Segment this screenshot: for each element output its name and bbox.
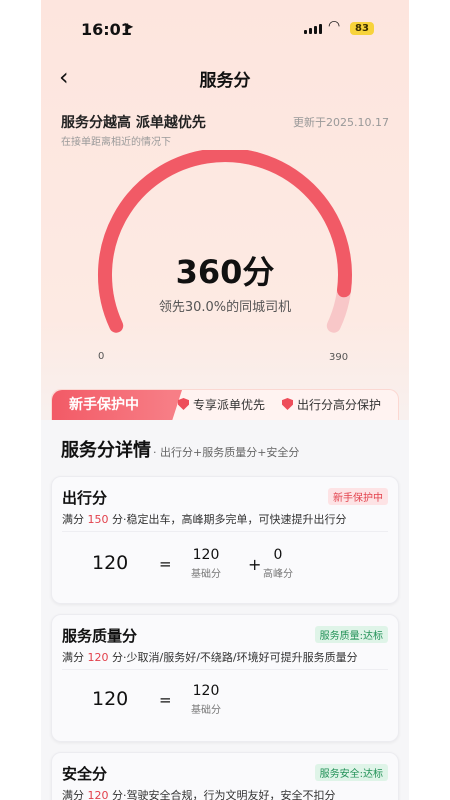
desc-prefix: 满分 <box>62 651 88 664</box>
max-score: 120 <box>87 651 109 664</box>
shield-icon <box>178 398 189 410</box>
base-score: 120 基础分 <box>176 683 236 716</box>
gauge-min-label: 0 <box>98 351 105 362</box>
detail-header: 服务分详情 · 出行分+服务质量分+安全分 <box>61 436 299 462</box>
perk-label: 出行分高分保护 <box>297 398 382 412</box>
page-title: 服务分 <box>199 71 251 91</box>
perk-score-protection: 出行分高分保护 <box>282 390 381 421</box>
subline: 在接单距离相近的情况下 <box>61 137 171 148</box>
card-description: 满分 120 分·少取消/服务好/不绕路/环境好可提升服务质量分 <box>62 649 358 665</box>
base-score-label: 基础分 <box>191 569 221 580</box>
peak-score: 0 高峰分 <box>248 547 308 580</box>
card-name: 服务质量分 <box>62 627 138 645</box>
detail-subtitle: · 出行分+服务质量分+安全分 <box>153 446 300 459</box>
score-detail-section: 服务分详情 · 出行分+服务质量分+安全分 出行分 新手保护中 满分 150 分·… <box>41 420 409 800</box>
safety-score-card[interactable]: 安全分 服务安全:达标 满分 120 分·驾驶安全合规，行为文明友好，安全不扣分 <box>51 752 399 800</box>
status-badge: 服务质量:达标 <box>314 626 388 643</box>
score-lead-text: 领先30.0%的同城司机 <box>158 300 292 315</box>
max-score: 150 <box>87 513 109 526</box>
status-bar: 16:01 ➤ ◠ 83 <box>41 0 409 56</box>
battery-icon: 83 <box>350 22 374 35</box>
card-description: 满分 120 分·驾驶安全合规，行为文明友好，安全不扣分 <box>62 787 336 800</box>
signal-icon <box>304 24 322 34</box>
total-score: 120 <box>92 552 129 574</box>
total-score: 120 <box>92 688 129 710</box>
base-score-value: 120 <box>192 683 220 699</box>
desc-suffix: 分·稳定出车，高峰期多完单，可快速提升出行分 <box>108 513 347 526</box>
shield-icon <box>282 398 293 410</box>
desc-suffix: 分·少取消/服务好/不绕路/环境好可提升服务质量分 <box>108 651 358 664</box>
updated-date: 更新于2025.10.17 <box>293 116 389 129</box>
divider <box>62 669 388 670</box>
trip-score-card[interactable]: 出行分 新手保护中 满分 150 分·稳定出车，高峰期多完单，可快速提升出行分 … <box>51 476 399 604</box>
equals-sign: = <box>159 691 172 709</box>
phone-screen: 16:01 ➤ ◠ 83 ‹ 服务分 服务分越高 派单越优先 在接单距离相近的情… <box>41 0 409 800</box>
status-badge: 服务安全:达标 <box>314 764 388 781</box>
desc-prefix: 满分 <box>62 789 88 800</box>
peak-score-label: 高峰分 <box>263 569 293 580</box>
perk-dispatch-priority: 专享派单优先 <box>178 390 265 421</box>
newbie-protection-bar[interactable]: 新手保护中 专享派单优先 出行分高分保护 <box>51 389 399 421</box>
protection-tag: 新手保护中 <box>52 390 182 421</box>
card-name: 出行分 <box>62 489 108 507</box>
equals-sign: = <box>159 555 172 573</box>
detail-title: 服务分详情 <box>61 440 151 461</box>
desc-prefix: 满分 <box>62 513 88 526</box>
location-arrow-icon: ➤ <box>123 20 134 35</box>
wifi-icon: ◠ <box>328 18 341 34</box>
nav-bar: ‹ 服务分 <box>41 62 409 96</box>
divider <box>62 531 388 532</box>
base-score-label: 基础分 <box>191 705 221 716</box>
base-score: 120 基础分 <box>176 547 236 580</box>
desc-suffix: 分·驾驶安全合规，行为文明友好，安全不扣分 <box>108 789 336 800</box>
score-value: 360分 <box>175 253 275 291</box>
card-description: 满分 150 分·稳定出车，高峰期多完单，可快速提升出行分 <box>62 511 347 527</box>
status-badge: 新手保护中 <box>328 488 388 505</box>
quality-score-card[interactable]: 服务质量分 服务质量:达标 满分 120 分·少取消/服务好/不绕路/环境好可提… <box>51 614 399 742</box>
peak-score-value: 0 <box>273 547 283 563</box>
gauge-max-label: 390 <box>329 352 349 363</box>
base-score-value: 120 <box>192 547 220 563</box>
perk-label: 专享派单优先 <box>193 398 266 412</box>
headline: 服务分越高 派单越优先 <box>61 115 206 131</box>
card-name: 安全分 <box>62 765 108 783</box>
max-score: 120 <box>87 789 109 800</box>
